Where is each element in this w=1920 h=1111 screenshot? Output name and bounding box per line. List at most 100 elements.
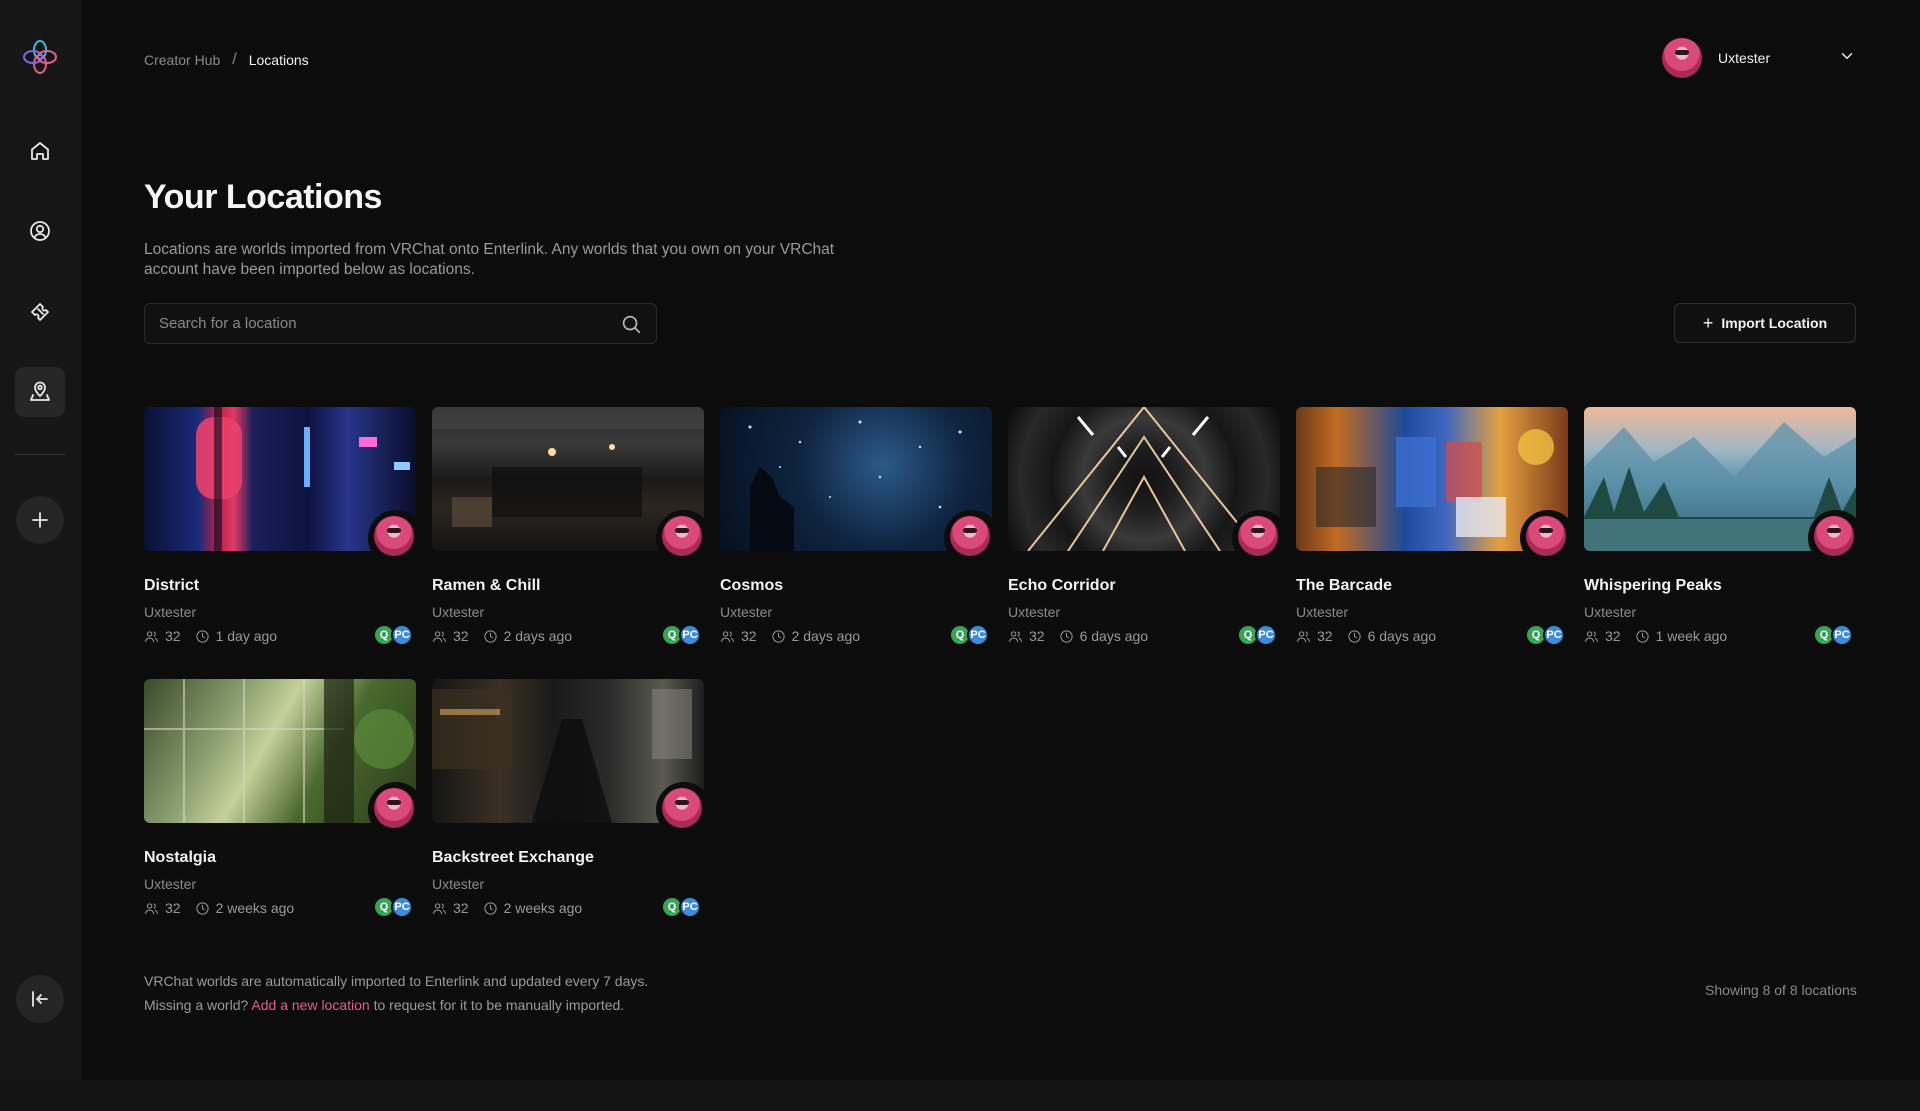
platform-badges: Q PC xyxy=(949,624,989,646)
platform-badges: Q PC xyxy=(1237,624,1277,646)
add-new-location-link[interactable]: Add a new location xyxy=(251,997,369,1013)
breadcrumb: Creator Hub / Locations xyxy=(144,51,309,69)
location-pin-icon xyxy=(30,381,50,401)
nav-profile[interactable] xyxy=(15,206,65,256)
results-count: Showing 8 of 8 locations xyxy=(1705,982,1857,998)
location-meta: 32 2 days ago xyxy=(720,628,860,644)
import-location-label: Import Location xyxy=(1721,315,1828,331)
platform-badges: Q PC xyxy=(661,896,701,918)
pc-badge: PC xyxy=(1831,624,1853,646)
clock-icon xyxy=(483,901,497,915)
location-title: Ramen & Chill xyxy=(432,577,541,594)
ticket-icon xyxy=(31,303,49,321)
pc-badge: PC xyxy=(679,896,701,918)
plus-icon: + xyxy=(1702,312,1714,333)
users-icon xyxy=(1585,630,1598,642)
users-icon xyxy=(145,902,158,914)
location-card[interactable]: Whispering Peaks Uxtester 32 1 week ago … xyxy=(1584,407,1864,647)
search-icon[interactable] xyxy=(620,313,642,335)
user-avatar xyxy=(1662,38,1702,78)
member-count: 32 xyxy=(1605,628,1621,644)
home-icon xyxy=(31,142,49,160)
pc-badge: PC xyxy=(679,624,701,646)
users-icon xyxy=(1009,630,1022,642)
page-description: Locations are worlds imported from VRCha… xyxy=(144,241,835,278)
member-count: 32 xyxy=(741,628,757,644)
page-title: Your Locations xyxy=(144,178,382,216)
creator-avatar xyxy=(1526,516,1566,556)
import-location-button[interactable]: + Import Location xyxy=(1674,303,1856,343)
pc-badge: PC xyxy=(1543,624,1565,646)
search-box[interactable] xyxy=(144,303,657,344)
member-count: 32 xyxy=(165,900,181,916)
location-title: Echo Corridor xyxy=(1008,577,1116,594)
location-meta: 32 2 weeks ago xyxy=(432,900,582,916)
platform-badges: Q PC xyxy=(1813,624,1853,646)
updated-time: 2 weeks ago xyxy=(503,900,583,916)
updated-time: 6 days ago xyxy=(1367,628,1437,644)
platform-badges: Q PC xyxy=(661,624,701,646)
member-count: 32 xyxy=(453,628,469,644)
updated-time: 2 days ago xyxy=(791,628,861,644)
nav-locations[interactable] xyxy=(15,367,65,417)
creator-avatar xyxy=(1814,516,1854,556)
location-meta: 32 1 week ago xyxy=(1584,628,1727,644)
create-button[interactable] xyxy=(16,496,64,544)
updated-time: 2 days ago xyxy=(503,628,573,644)
location-owner: Uxtester xyxy=(144,876,197,892)
location-card[interactable]: The Barcade Uxtester 32 6 days ago Q PC xyxy=(1296,407,1576,647)
location-card[interactable]: Cosmos Uxtester 32 2 days ago Q PC xyxy=(720,407,1000,647)
updated-time: 6 days ago xyxy=(1079,628,1149,644)
location-card[interactable]: Backstreet Exchange Uxtester 32 2 weeks … xyxy=(432,679,712,919)
search-input[interactable] xyxy=(159,315,620,332)
location-owner: Uxtester xyxy=(432,876,485,892)
updated-time: 2 weeks ago xyxy=(215,900,295,916)
clock-icon xyxy=(1059,629,1073,643)
location-card[interactable]: District Uxtester 32 1 day ago Q PC xyxy=(144,407,424,647)
location-owner: Uxtester xyxy=(720,604,773,620)
breadcrumb-separator: / xyxy=(232,51,237,68)
users-icon xyxy=(1297,630,1310,642)
platform-badges: Q PC xyxy=(373,896,413,918)
creator-avatar xyxy=(950,516,990,556)
clock-icon xyxy=(195,629,209,643)
nav-tickets[interactable] xyxy=(15,287,65,337)
footer-line-2-suffix: to request for it to be manually importe… xyxy=(373,997,625,1013)
clock-icon xyxy=(1347,629,1361,643)
location-owner: Uxtester xyxy=(1008,604,1061,620)
users-icon xyxy=(433,902,446,914)
location-card[interactable]: Echo Corridor Uxtester 32 6 days ago Q P… xyxy=(1008,407,1288,647)
updated-time: 1 day ago xyxy=(215,628,278,644)
plus-icon xyxy=(32,512,48,528)
location-title: Backstreet Exchange xyxy=(432,849,594,866)
location-card[interactable]: Nostalgia Uxtester 32 2 weeks ago Q PC xyxy=(144,679,424,919)
users-icon xyxy=(433,630,446,642)
collapse-left-icon xyxy=(32,991,48,1007)
member-count: 32 xyxy=(165,628,181,644)
footer-line-2: Missing a world? Add a new location to r… xyxy=(144,993,648,1017)
sidebar xyxy=(0,0,81,1080)
location-meta: 32 1 day ago xyxy=(144,628,277,644)
creator-avatar xyxy=(662,788,702,828)
location-meta: 32 2 days ago xyxy=(432,628,572,644)
pc-badge: PC xyxy=(391,896,413,918)
sidebar-divider xyxy=(15,454,65,455)
breadcrumb-current: Locations xyxy=(248,52,309,68)
users-icon xyxy=(145,630,158,642)
pc-badge: PC xyxy=(391,624,413,646)
location-meta: 32 2 weeks ago xyxy=(144,900,294,916)
location-title: Nostalgia xyxy=(144,849,217,866)
location-title: Cosmos xyxy=(720,577,784,594)
location-card[interactable]: Ramen & Chill Uxtester 32 2 days ago Q P… xyxy=(432,407,712,647)
nav-home[interactable] xyxy=(15,126,65,176)
creator-avatar xyxy=(374,516,414,556)
location-owner: Uxtester xyxy=(1584,604,1637,620)
location-title: Whispering Peaks xyxy=(1584,577,1722,594)
member-count: 32 xyxy=(453,900,469,916)
collapse-sidebar-button[interactable] xyxy=(16,975,64,1023)
clock-icon xyxy=(771,629,785,643)
enterlink-logo-icon[interactable] xyxy=(21,38,59,76)
breadcrumb-root-link[interactable]: Creator Hub xyxy=(144,52,220,68)
creator-avatar xyxy=(1238,516,1278,556)
user-menu[interactable]: Uxtester xyxy=(1662,38,1856,78)
